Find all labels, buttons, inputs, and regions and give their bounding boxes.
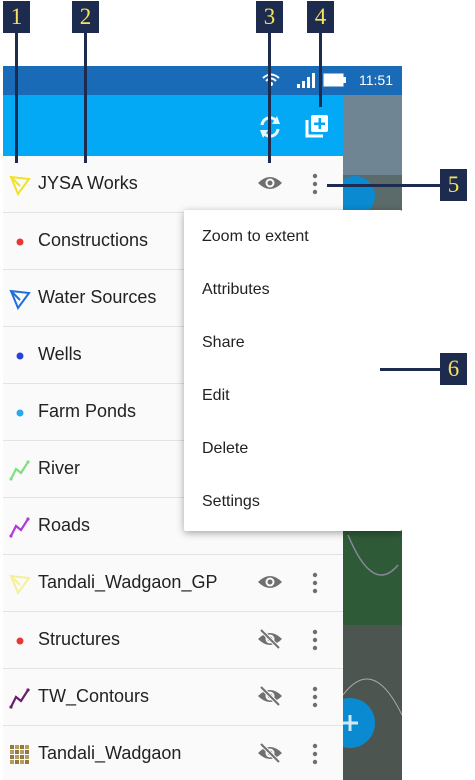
layer-name: JYSA Works	[38, 173, 138, 193]
layer-name: Tandali_Wadgaon	[38, 743, 182, 763]
callout-line-4	[319, 33, 322, 107]
layer-row[interactable]: Tandali_Wadgaon	[3, 726, 343, 780]
menu-zoom-to-extent[interactable]: Zoom to extent	[184, 210, 402, 263]
callout-line-1	[15, 33, 18, 163]
layer-name: Farm Ponds	[38, 401, 137, 421]
layer-name: River	[38, 458, 81, 478]
line-icon	[9, 516, 30, 538]
layer-name: Wells	[38, 344, 82, 364]
wifi-icon	[262, 73, 280, 86]
menu-settings[interactable]: Settings	[184, 475, 402, 528]
eye-off-icon[interactable]	[257, 742, 283, 764]
layer-row[interactable]: Structures	[3, 612, 343, 669]
point-icon	[9, 402, 29, 422]
layer-name: Structures	[38, 629, 121, 649]
polygon-icon	[9, 573, 31, 596]
menu-attributes[interactable]: Attributes	[184, 263, 402, 316]
more-vert-icon[interactable]	[309, 742, 321, 766]
layer-name: Tandali_Wadgaon_GP	[38, 572, 218, 592]
more-vert-icon[interactable]	[309, 628, 321, 652]
line-icon	[9, 459, 30, 481]
callout-line-6	[380, 368, 440, 371]
menu-share[interactable]: Share	[184, 316, 402, 369]
eye-icon[interactable]	[257, 572, 283, 592]
callout-3: 3	[256, 1, 283, 33]
layer-name: TW_Contours	[38, 686, 150, 706]
callout-4: 4	[307, 1, 334, 33]
eye-icon[interactable]	[257, 173, 283, 193]
app-bar	[3, 95, 343, 156]
layer-row[interactable]: Tandali_Wadgaon_GP	[3, 555, 343, 612]
menu-delete[interactable]: Delete	[184, 422, 402, 475]
callout-2: 2	[72, 1, 99, 33]
callout-5: 5	[440, 169, 467, 201]
layer-row[interactable]: JYSA Works	[3, 156, 343, 213]
point-icon	[9, 231, 29, 251]
plus-icon	[342, 715, 358, 731]
phone-screen: 11:51 JYSA Works Constructions Water Sou…	[3, 66, 402, 780]
callout-line-2	[84, 33, 87, 163]
point-icon	[9, 345, 29, 365]
layer-name: Water Sources	[38, 287, 157, 307]
more-vert-icon[interactable]	[309, 571, 321, 595]
eye-off-icon[interactable]	[257, 628, 283, 650]
more-vert-icon[interactable]	[309, 685, 321, 709]
eye-off-icon[interactable]	[257, 685, 283, 707]
line-icon	[9, 687, 30, 709]
more-vert-icon[interactable]	[309, 172, 321, 196]
layer-name: Constructions	[38, 230, 149, 250]
polygon-icon	[9, 174, 31, 197]
point-icon	[9, 630, 29, 650]
raster-icon	[9, 744, 29, 764]
callout-6: 6	[440, 353, 467, 385]
callout-line-5	[327, 184, 440, 187]
battery-icon	[323, 73, 346, 87]
callout-1: 1	[3, 1, 30, 33]
polygon-icon	[9, 288, 31, 311]
signal-icon	[297, 73, 315, 88]
layer-name: Roads	[38, 515, 91, 535]
layer-context-menu: Zoom to extent Attributes Share Edit Del…	[184, 210, 402, 531]
status-time: 11:51	[359, 72, 393, 88]
callout-line-3	[268, 33, 271, 163]
menu-edit[interactable]: Edit	[184, 369, 402, 422]
layer-row[interactable]: TW_Contours	[3, 669, 343, 726]
status-bar: 11:51	[3, 66, 402, 95]
add-layer-icon[interactable]	[304, 113, 330, 139]
